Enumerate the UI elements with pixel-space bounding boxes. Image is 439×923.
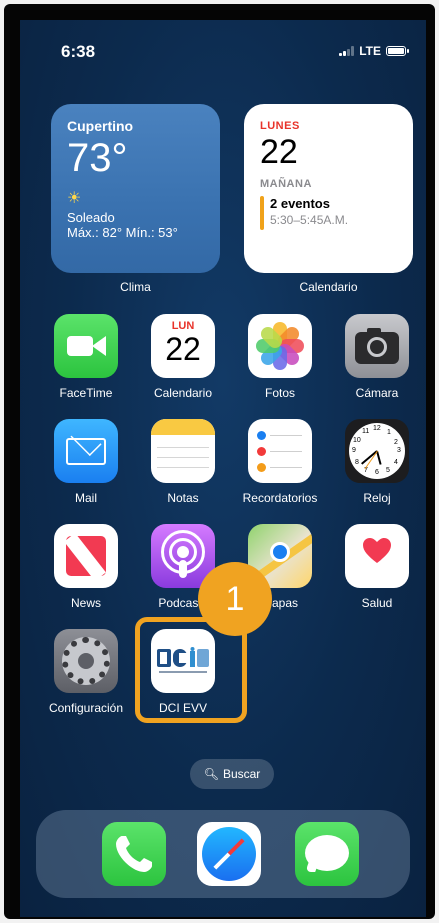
app-configuracion[interactable]: Configuración: [38, 629, 134, 715]
app-label: FaceTime: [59, 386, 113, 400]
app-label: Mail: [74, 491, 97, 505]
app-facetime[interactable]: FaceTime: [38, 314, 134, 400]
app-label: News: [70, 596, 101, 610]
phone-icon[interactable]: [102, 822, 166, 886]
app-mail[interactable]: Mail: [38, 419, 134, 505]
app-news[interactable]: News: [38, 524, 134, 610]
event-time: 5:30–5:45A.M.: [270, 213, 349, 227]
news-icon: [54, 524, 118, 588]
app-fotos[interactable]: Fotos: [232, 314, 328, 400]
weather-temperature: 73°: [67, 136, 128, 180]
dock: [36, 810, 410, 898]
app-label: Notas: [167, 491, 199, 505]
camera-icon: [345, 314, 409, 378]
battery-icon: [386, 46, 409, 56]
calendar-widget-section: MAÑANA: [260, 178, 312, 190]
weather-city: Cupertino: [67, 118, 134, 134]
weather-widget-label: Clima: [120, 280, 151, 294]
sun-icon: ☀: [67, 190, 82, 207]
facetime-icon: [54, 314, 118, 378]
app-notas[interactable]: Notas: [135, 419, 231, 505]
calendar-widget[interactable]: LUNES 22 MAÑANA 2 eventos 5:30–5:45A.M.: [244, 104, 413, 273]
app-reloj[interactable]: 12 1 2 3 4 5 6 7 8 9 10 11 Reloj: [329, 419, 425, 505]
app-label: Salud: [361, 596, 393, 610]
event-color-bar: [260, 196, 264, 230]
app-calendario[interactable]: LUN 22 Calendario: [135, 314, 231, 400]
network-label: LTE: [359, 44, 381, 58]
weather-widget[interactable]: Cupertino 73° ☀ Soleado Máx.: 82° Mín.: …: [51, 104, 220, 273]
settings-icon: [54, 629, 118, 693]
weather-condition: Soleado: [67, 210, 115, 225]
app-label: Fotos: [264, 386, 295, 400]
app-salud[interactable]: Salud: [329, 524, 425, 610]
clock-icon: 12 1 2 3 4 5 6 7 8 9 10 11: [345, 419, 409, 483]
status-time: 6:38: [61, 42, 96, 61]
search-button[interactable]: 🔍︎ Buscar: [190, 759, 274, 789]
status-indicators: LTE: [339, 44, 409, 58]
calendar-icon: LUN 22: [151, 314, 215, 378]
event-title: 2 eventos: [270, 196, 330, 211]
reminders-icon: [248, 419, 312, 483]
calendar-widget-weekday: LUNES: [260, 120, 300, 132]
app-label: Configuración: [48, 701, 124, 715]
search-label: Buscar: [222, 767, 261, 781]
calendar-icon-day: 22: [165, 331, 201, 367]
app-label: Cámara: [355, 386, 399, 400]
calendar-widget-event: 2 eventos 5:30–5:45A.M.: [260, 196, 397, 230]
signal-icon: [339, 46, 355, 56]
health-icon: [345, 524, 409, 588]
home-screen: 6:38 LTE Cupertino 73° ☀ Soleado Máx.: 8…: [20, 20, 426, 917]
app-label: Calendario: [153, 386, 213, 400]
weather-range: Máx.: 82° Mín.: 53°: [67, 225, 178, 240]
phone-frame: 6:38 LTE Cupertino 73° ☀ Soleado Máx.: 8…: [4, 4, 435, 919]
mail-icon: [54, 419, 118, 483]
photos-icon: [248, 314, 312, 378]
calendar-widget-label: Calendario: [299, 280, 358, 294]
step-badge: 1: [198, 562, 272, 636]
app-label: Recordatorios: [242, 491, 318, 505]
messages-icon[interactable]: [295, 822, 359, 886]
search-icon: 🔍︎: [203, 767, 219, 781]
app-label: Reloj: [363, 491, 391, 505]
app-camara[interactable]: Cámara: [329, 314, 425, 400]
app-recordatorios[interactable]: Recordatorios: [232, 419, 328, 505]
safari-icon[interactable]: [197, 822, 261, 886]
calendar-widget-day: 22: [260, 133, 298, 171]
notes-icon: [151, 419, 215, 483]
